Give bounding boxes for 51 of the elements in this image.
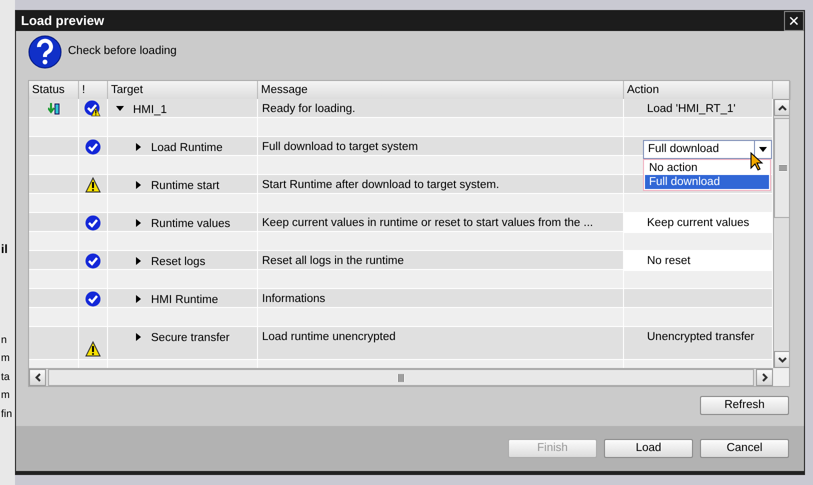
close-button[interactable]: ✕ [784,11,804,31]
expand-arrow-icon[interactable] [134,180,142,190]
expand-arrow-icon[interactable] [134,332,142,342]
caret-icon[interactable] [759,147,767,152]
background-text: ta [1,370,10,384]
prompt-text: Check before loading [68,44,177,59]
target-name: Runtime values [151,217,230,232]
background-text: m [1,351,10,366]
action-dropdown[interactable]: Full download [643,140,772,159]
question-icon [28,34,62,68]
scroll-left-button[interactable] [29,369,46,386]
action-text: Unencrypted transfer [646,330,754,345]
background-text: il [1,241,8,258]
window-title: Load preview [21,12,104,30]
action-text: Keep current values [646,216,750,231]
message-text: Start Runtime after download to target system. [262,178,500,193]
target-name: Reset logs [151,255,206,270]
expand-arrow-icon[interactable] [134,294,142,304]
target-name: HMI Runtime [151,293,218,308]
scroll-up-button[interactable] [774,99,789,116]
background-text: fin [1,406,12,422]
background-text: m [1,388,10,403]
target-name: HMI_1 [133,103,167,118]
action-text: No reset [646,254,690,269]
expand-arrow-icon[interactable] [134,218,142,228]
warning-icon [85,177,101,194]
scroll-right-button[interactable] [756,369,773,386]
action-text: Load 'HMI_RT_1' [646,102,736,117]
dialog-button[interactable]: Load [604,439,693,458]
background-text: n [1,332,7,348]
message-text: Full download to target system [262,140,418,155]
download-status-icon [48,103,60,116]
target-name: Runtime start [151,179,220,194]
message-text: Ready for loading. [262,102,356,117]
message-text: Reset all logs in the runtime [262,254,404,269]
dropdown-option[interactable]: Full download [645,175,769,189]
expand-arrow-icon[interactable] [134,256,142,266]
message-text: Informations [262,292,326,307]
warning-icon [85,341,101,357]
target-name: Secure transfer [151,331,230,346]
refresh-button[interactable]: Refresh [700,396,789,415]
message-text: Load runtime unencrypted [262,330,396,345]
scrollbar-thumb[interactable] [774,118,789,218]
target-name: Load Runtime [151,141,223,156]
mouse-cursor-icon [750,152,764,172]
message-text: Keep current values in runtime or reset to start values from the ... [262,216,594,231]
scrollbar-thumb[interactable] [48,369,754,386]
dropdown-option[interactable]: No action [645,161,769,175]
dialog-button[interactable]: Cancel [700,439,789,458]
scroll-down-button[interactable] [774,351,789,368]
expand-arrow-icon[interactable] [134,142,142,152]
